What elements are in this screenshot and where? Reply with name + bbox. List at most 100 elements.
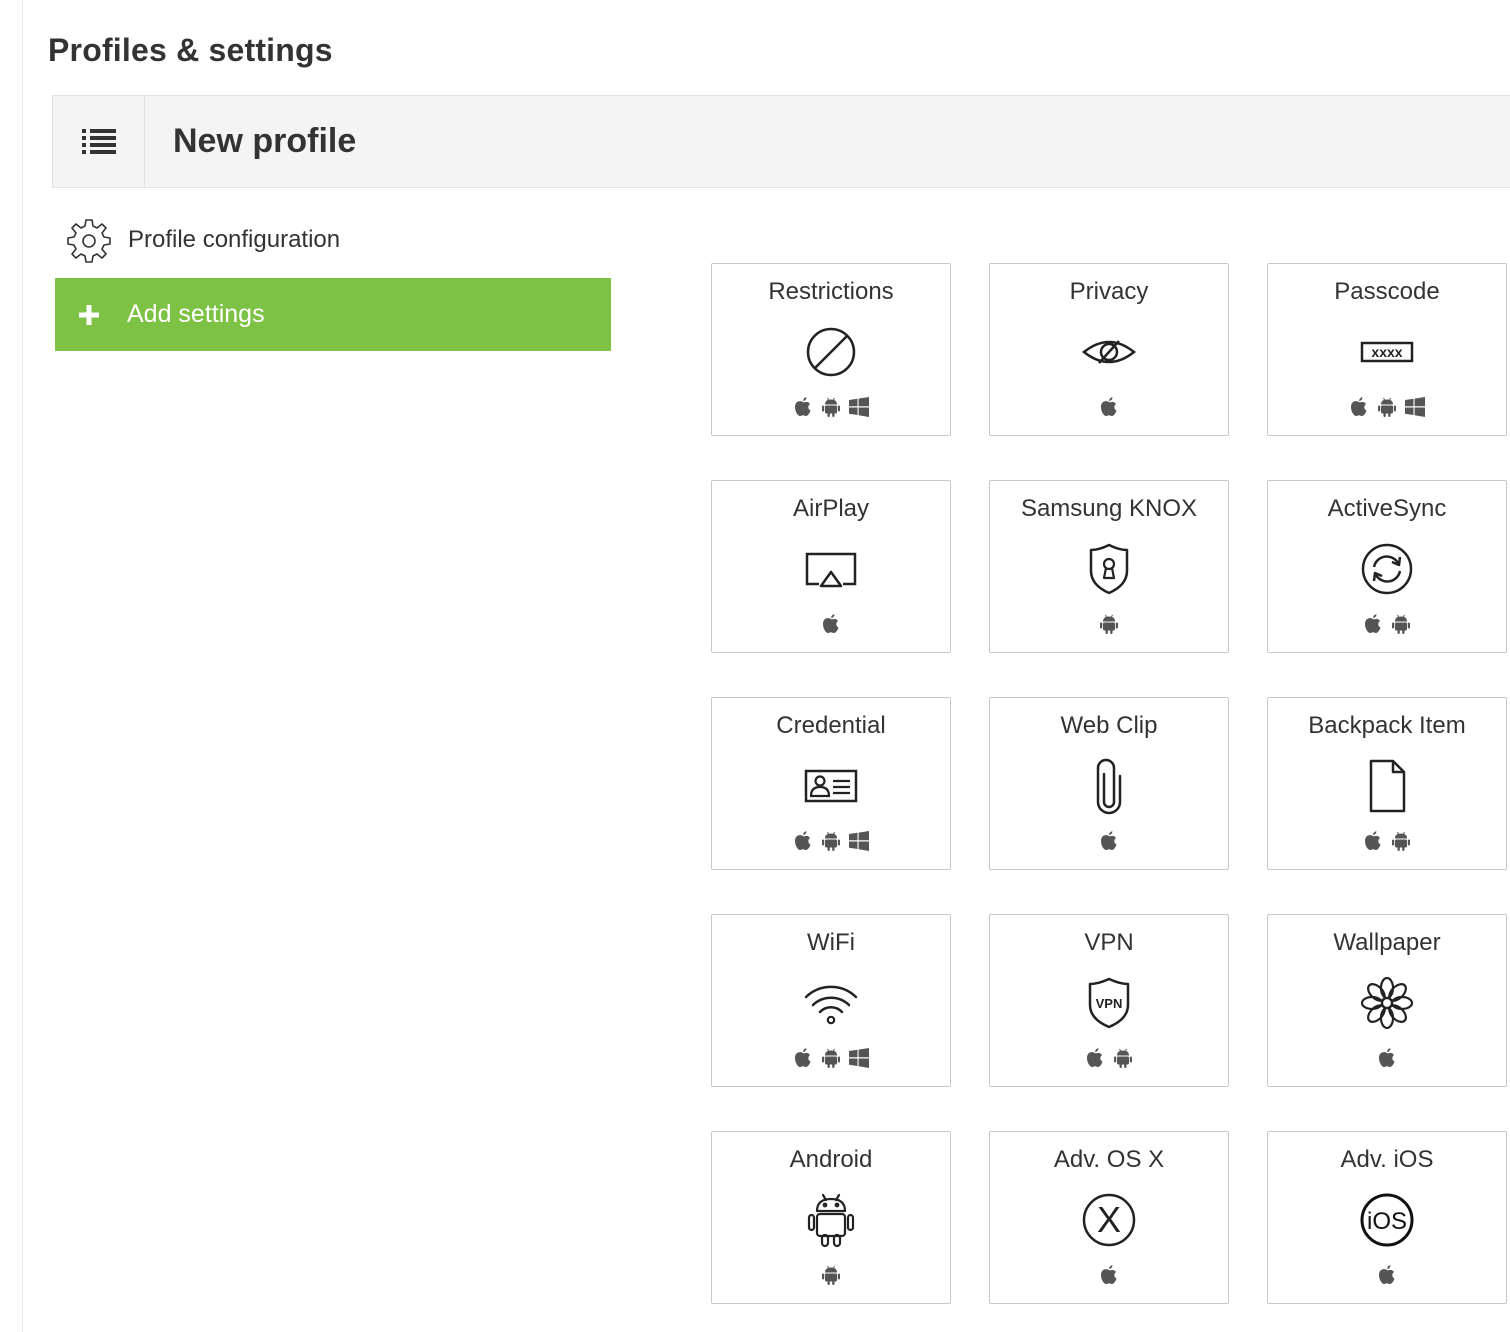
add-settings-label: Add settings	[127, 300, 265, 328]
android-icon	[1097, 612, 1121, 636]
profile-configuration-link[interactable]: Profile configuration	[66, 216, 340, 264]
windows-icon	[1403, 395, 1427, 419]
plus-icon	[79, 304, 99, 325]
add-settings-button[interactable]: Add settings	[55, 278, 611, 351]
wifi-icon	[804, 985, 858, 1025]
profile-header: New profile	[52, 95, 1510, 188]
apple-icon	[791, 1046, 815, 1070]
android-icon	[819, 1263, 843, 1287]
tile-android[interactable]: Android	[711, 1131, 951, 1304]
apple-icon	[1361, 829, 1385, 853]
tile-title: AirPlay	[792, 495, 870, 522]
tile-adv-os-x[interactable]: Adv. OS X X	[989, 1131, 1229, 1304]
apple-icon	[1347, 395, 1371, 419]
tile-airplay[interactable]: AirPlay	[711, 480, 951, 653]
tile-restrictions[interactable]: Restrictions	[711, 263, 951, 436]
tile-activesync[interactable]: ActiveSync	[1267, 480, 1507, 653]
android-icon	[1375, 395, 1399, 419]
id-card-icon	[804, 769, 858, 803]
apple-icon	[791, 829, 815, 853]
ios-icon: iOS	[1360, 1193, 1414, 1247]
apple-icon	[1097, 829, 1121, 853]
tile-title: Restrictions	[768, 278, 894, 305]
apple-icon	[1375, 1046, 1399, 1070]
platform-icons	[712, 829, 950, 855]
android-robot-icon	[807, 1193, 855, 1248]
tile-title: VPN	[1084, 929, 1134, 956]
apple-icon	[1097, 395, 1121, 419]
platform-icons	[990, 612, 1228, 638]
tile-privacy[interactable]: Privacy	[989, 263, 1229, 436]
profile-configuration-label: Profile configuration	[128, 226, 341, 253]
tile-vpn[interactable]: VPN VPN	[989, 914, 1229, 1087]
android-icon	[1389, 829, 1413, 853]
android-icon	[1389, 612, 1413, 636]
tile-title: Wallpaper	[1333, 929, 1441, 956]
document-icon	[1369, 759, 1406, 813]
platform-icons	[712, 612, 950, 638]
windows-icon	[847, 395, 871, 419]
platform-icons	[712, 395, 950, 421]
left-divider	[22, 0, 23, 1332]
apple-icon	[819, 612, 843, 636]
sync-icon	[1361, 543, 1413, 595]
android-icon	[819, 829, 843, 853]
tile-title: ActiveSync	[1327, 495, 1447, 522]
gear-icon	[67, 219, 111, 263]
tile-credential[interactable]: Credential	[711, 697, 951, 870]
platform-icons	[1268, 829, 1506, 855]
apple-icon	[1375, 1263, 1399, 1287]
apple-icon	[1083, 1046, 1107, 1070]
windows-icon	[847, 829, 871, 853]
platform-icons	[1268, 1046, 1506, 1072]
tile-title: Adv. iOS	[1340, 1146, 1434, 1173]
platform-icons	[990, 395, 1228, 421]
platform-icons	[1268, 1263, 1506, 1289]
ios-icon-text: iOS	[1367, 1208, 1407, 1235]
tile-wifi[interactable]: WiFi	[711, 914, 951, 1087]
platform-icons	[1268, 395, 1506, 421]
android-icon	[1111, 1046, 1135, 1070]
tile-title: Passcode	[1334, 278, 1440, 305]
tile-wallpaper[interactable]: Wallpaper	[1267, 914, 1507, 1087]
os-x-icon-text: X	[1097, 1199, 1121, 1240]
profile-name: New profile	[173, 122, 357, 160]
android-icon	[819, 1046, 843, 1070]
platform-icons	[990, 1263, 1228, 1289]
settings-grid: Restrictions Privacy Passcode xxxx AirPl…	[711, 263, 1507, 1304]
apple-icon	[1361, 612, 1385, 636]
tile-title: Web Clip	[1060, 712, 1158, 739]
tile-title: Backpack Item	[1308, 712, 1466, 739]
tile-samsung-knox[interactable]: Samsung KNOX	[989, 480, 1229, 653]
airplay-icon	[805, 552, 857, 588]
list-icon	[81, 128, 116, 154]
os-x-icon: X	[1082, 1193, 1136, 1247]
shield-keyhole-icon	[1089, 543, 1129, 595]
platform-icons	[990, 1046, 1228, 1072]
tile-title: Android	[789, 1146, 873, 1173]
platform-icons	[712, 1046, 950, 1072]
paperclip-icon	[1096, 758, 1122, 815]
platform-icons	[712, 1263, 950, 1289]
tile-web-clip[interactable]: Web Clip	[989, 697, 1229, 870]
menu-button[interactable]	[53, 96, 145, 187]
tile-passcode[interactable]: Passcode xxxx	[1267, 263, 1507, 436]
android-icon	[819, 395, 843, 419]
vpn-icon-text: VPN	[1096, 996, 1123, 1011]
apple-icon	[1097, 1263, 1121, 1287]
tile-backpack-item[interactable]: Backpack Item	[1267, 697, 1507, 870]
platform-icons	[1268, 612, 1506, 638]
passcode-icon: xxxx	[1360, 341, 1414, 363]
windows-icon	[847, 1046, 871, 1070]
no-entry-icon	[806, 327, 856, 377]
tile-title: Samsung KNOX	[1020, 495, 1198, 522]
page-title: Profiles & settings	[48, 32, 333, 68]
apple-icon	[791, 395, 815, 419]
passcode-icon-text: xxxx	[1371, 344, 1402, 360]
tile-title: WiFi	[807, 929, 855, 956]
tile-adv-ios[interactable]: Adv. iOS iOS	[1267, 1131, 1507, 1304]
flower-icon	[1360, 976, 1414, 1030]
vpn-shield-icon: VPN	[1088, 977, 1130, 1029]
tile-title: Adv. OS X	[1053, 1146, 1165, 1173]
tile-title: Privacy	[1069, 278, 1149, 305]
